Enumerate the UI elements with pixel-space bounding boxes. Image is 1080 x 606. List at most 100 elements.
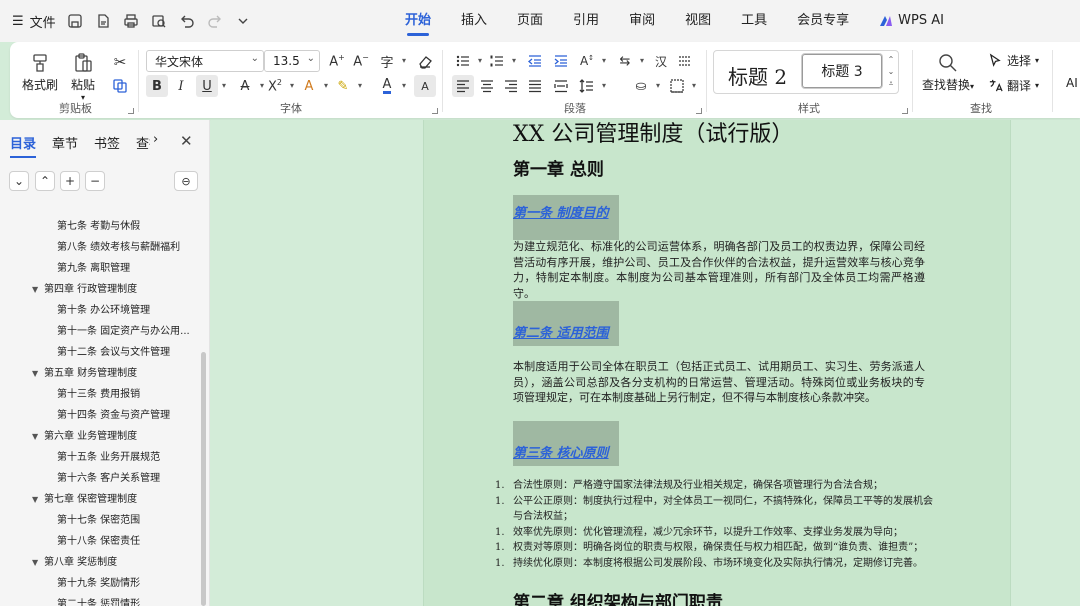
shading-button[interactable]: ⛀ — [630, 75, 660, 97]
bold-button[interactable]: B — [146, 75, 168, 97]
move-up-button[interactable]: ⌃ — [35, 171, 55, 191]
borders-button[interactable] — [666, 75, 696, 97]
align-right-button[interactable] — [500, 75, 522, 97]
toc-chapter-item[interactable]: ▼ 第七章 保密管理制度 — [0, 489, 200, 510]
find-replace-button[interactable]: 查找替换▾ — [922, 50, 974, 93]
export-pdf-icon[interactable] — [94, 12, 112, 30]
collapse-triangle-icon[interactable]: ▼ — [32, 489, 44, 510]
format-painter-button[interactable]: 格式刷 — [22, 50, 58, 93]
toc-article-item[interactable]: 第十六条 客户关系管理 — [0, 468, 200, 489]
clipboard-dialog-launcher[interactable] — [128, 108, 134, 114]
toc-article-item[interactable]: 第十二条 会议与文件管理 — [0, 342, 200, 363]
undo-icon[interactable] — [178, 12, 196, 30]
font-dialog-launcher[interactable] — [432, 108, 438, 114]
toc-article-item[interactable]: 第七条 考勤与休假 — [0, 216, 200, 237]
toc-article-item[interactable]: 第十九条 奖励情形 — [0, 573, 200, 594]
toc-article-item[interactable]: 第十八条 保密责任 — [0, 531, 200, 552]
increase-indent-button[interactable] — [550, 50, 572, 72]
save-icon[interactable] — [66, 12, 84, 30]
chevron-right-icon[interactable]: › — [153, 132, 158, 147]
strikethrough-button[interactable]: A — [234, 75, 264, 97]
style-heading-3[interactable]: 标题 3 — [802, 54, 882, 88]
tab-home[interactable]: 开始 — [390, 0, 446, 42]
nav-tab-toc[interactable]: 目录 — [10, 133, 37, 158]
sidebar-scrollbar[interactable] — [201, 352, 206, 606]
font-size-select[interactable]: 13.5 ⌄ — [264, 50, 320, 72]
toc-chapter-item[interactable]: ▼ 第八章 奖惩制度 — [0, 552, 200, 573]
tab-member[interactable]: 会员专享 — [782, 0, 864, 42]
toc-article-item[interactable]: 第十七条 保密范围 — [0, 510, 200, 531]
justify-button[interactable] — [524, 75, 546, 97]
chevron-down-icon[interactable] — [234, 12, 252, 30]
highlight-button[interactable]: ✎ — [332, 75, 362, 97]
toc-article-item[interactable]: 第八条 绩效考核与薪酬福利 — [0, 237, 200, 258]
superscript-button[interactable]: X2 — [264, 75, 294, 97]
tab-tools[interactable]: 工具 — [726, 0, 782, 42]
tab-references[interactable]: 引用 — [558, 0, 614, 42]
nav-tab-sections[interactable]: 章节 — [52, 133, 78, 152]
text-direction-button[interactable]: A↕ — [576, 50, 606, 72]
smart-toc-button[interactable]: ⊖ — [174, 171, 198, 191]
align-center-button[interactable] — [476, 75, 498, 97]
close-icon[interactable]: ✕ — [180, 132, 193, 150]
font-family-select[interactable]: 华文宋体 ⌄ — [146, 50, 264, 72]
tab-view[interactable]: 视图 — [670, 0, 726, 42]
line-spacing-button[interactable] — [576, 75, 606, 97]
toc-chapter-item[interactable]: ▼ 第五章 财务管理制度 — [0, 363, 200, 384]
toc-article-item[interactable]: 第十五条 业务开展规范 — [0, 447, 200, 468]
ai-button[interactable]: AI — [1066, 76, 1078, 90]
collapse-triangle-icon[interactable]: ▼ — [32, 363, 44, 384]
font-color-button[interactable]: A — [376, 75, 406, 97]
toc-article-item[interactable]: 第十三条 费用报销 — [0, 384, 200, 405]
style-heading-2[interactable]: 标题 2 — [728, 61, 787, 90]
toc-chapter-item[interactable]: ▼ 第四章 行政管理制度 — [0, 279, 200, 300]
nav-tab-bookmarks[interactable]: 书签 — [94, 133, 120, 152]
tab-page[interactable]: 页面 — [502, 0, 558, 42]
grow-font-button[interactable]: A+ — [326, 50, 348, 72]
select-button[interactable]: 选择 ▾ — [988, 52, 1039, 69]
nav-tab-find[interactable]: 查找 — [136, 133, 150, 152]
clear-format-button[interactable] — [414, 50, 436, 72]
distributed-align-button[interactable] — [550, 75, 572, 97]
file-menu-button[interactable]: ☰ 文件 — [12, 12, 56, 31]
redo-icon[interactable] — [206, 12, 224, 30]
add-heading-button[interactable]: + — [60, 171, 80, 191]
shrink-font-button[interactable]: A− — [350, 50, 372, 72]
tab-review[interactable]: 审阅 — [614, 0, 670, 42]
chinese-layout-button[interactable]: 汉 — [650, 50, 672, 72]
collapse-all-button[interactable]: ⌄ — [9, 171, 29, 191]
styles-dialog-launcher[interactable] — [902, 108, 908, 114]
numbered-list-button[interactable] — [486, 50, 516, 72]
toc-article-item[interactable]: 第十条 办公环境管理 — [0, 300, 200, 321]
translate-button[interactable]: 翻译 ▾ — [988, 77, 1039, 94]
collapse-triangle-icon[interactable]: ▼ — [32, 426, 44, 447]
sort-button[interactable]: ⇆ — [614, 50, 644, 72]
text-effect-button[interactable]: A — [298, 75, 328, 97]
toc-article-item[interactable]: 第二十条 惩罚情形 — [0, 594, 200, 606]
italic-button[interactable]: I — [170, 75, 192, 97]
collapse-triangle-icon[interactable]: ▼ — [32, 279, 44, 300]
toc-article-item[interactable]: 第九条 离职管理 — [0, 258, 200, 279]
print-icon[interactable] — [122, 12, 140, 30]
paragraph-dialog-launcher[interactable] — [696, 108, 702, 114]
toc-chapter-item[interactable]: ▼ 第六章 业务管理制度 — [0, 426, 200, 447]
toc-article-item[interactable]: 第十四条 资金与资产管理 — [0, 405, 200, 426]
decrease-indent-button[interactable] — [524, 50, 546, 72]
show-marks-button[interactable] — [674, 50, 696, 72]
print-preview-icon[interactable] — [150, 12, 168, 30]
char-shading-button[interactable]: A — [414, 75, 436, 97]
remove-heading-button[interactable]: − — [85, 171, 105, 191]
tab-insert[interactable]: 插入 — [446, 0, 502, 42]
paste-button[interactable]: 粘贴 ▾ — [70, 50, 96, 102]
cut-button[interactable]: ✂ — [109, 51, 131, 73]
toc-article-item[interactable]: 第十一条 固定资产与办公用... — [0, 321, 200, 342]
align-left-button[interactable] — [452, 75, 474, 97]
underline-button[interactable]: U — [196, 75, 226, 97]
bullet-list-button[interactable] — [452, 50, 482, 72]
copy-button[interactable] — [109, 75, 131, 97]
document-page[interactable]: XX 公司管理制度（试行版） 第一章 总则 第一条 制度目的 为建立规范化、标准… — [424, 120, 1010, 606]
phonetic-guide-button[interactable]: 字 — [376, 50, 406, 72]
tab-wps-ai[interactable]: WPS AI — [864, 0, 959, 42]
collapse-triangle-icon[interactable]: ▼ — [32, 552, 44, 573]
styles-scroll-controls[interactable]: ⌃ ⌄ ⩡ — [886, 54, 896, 90]
